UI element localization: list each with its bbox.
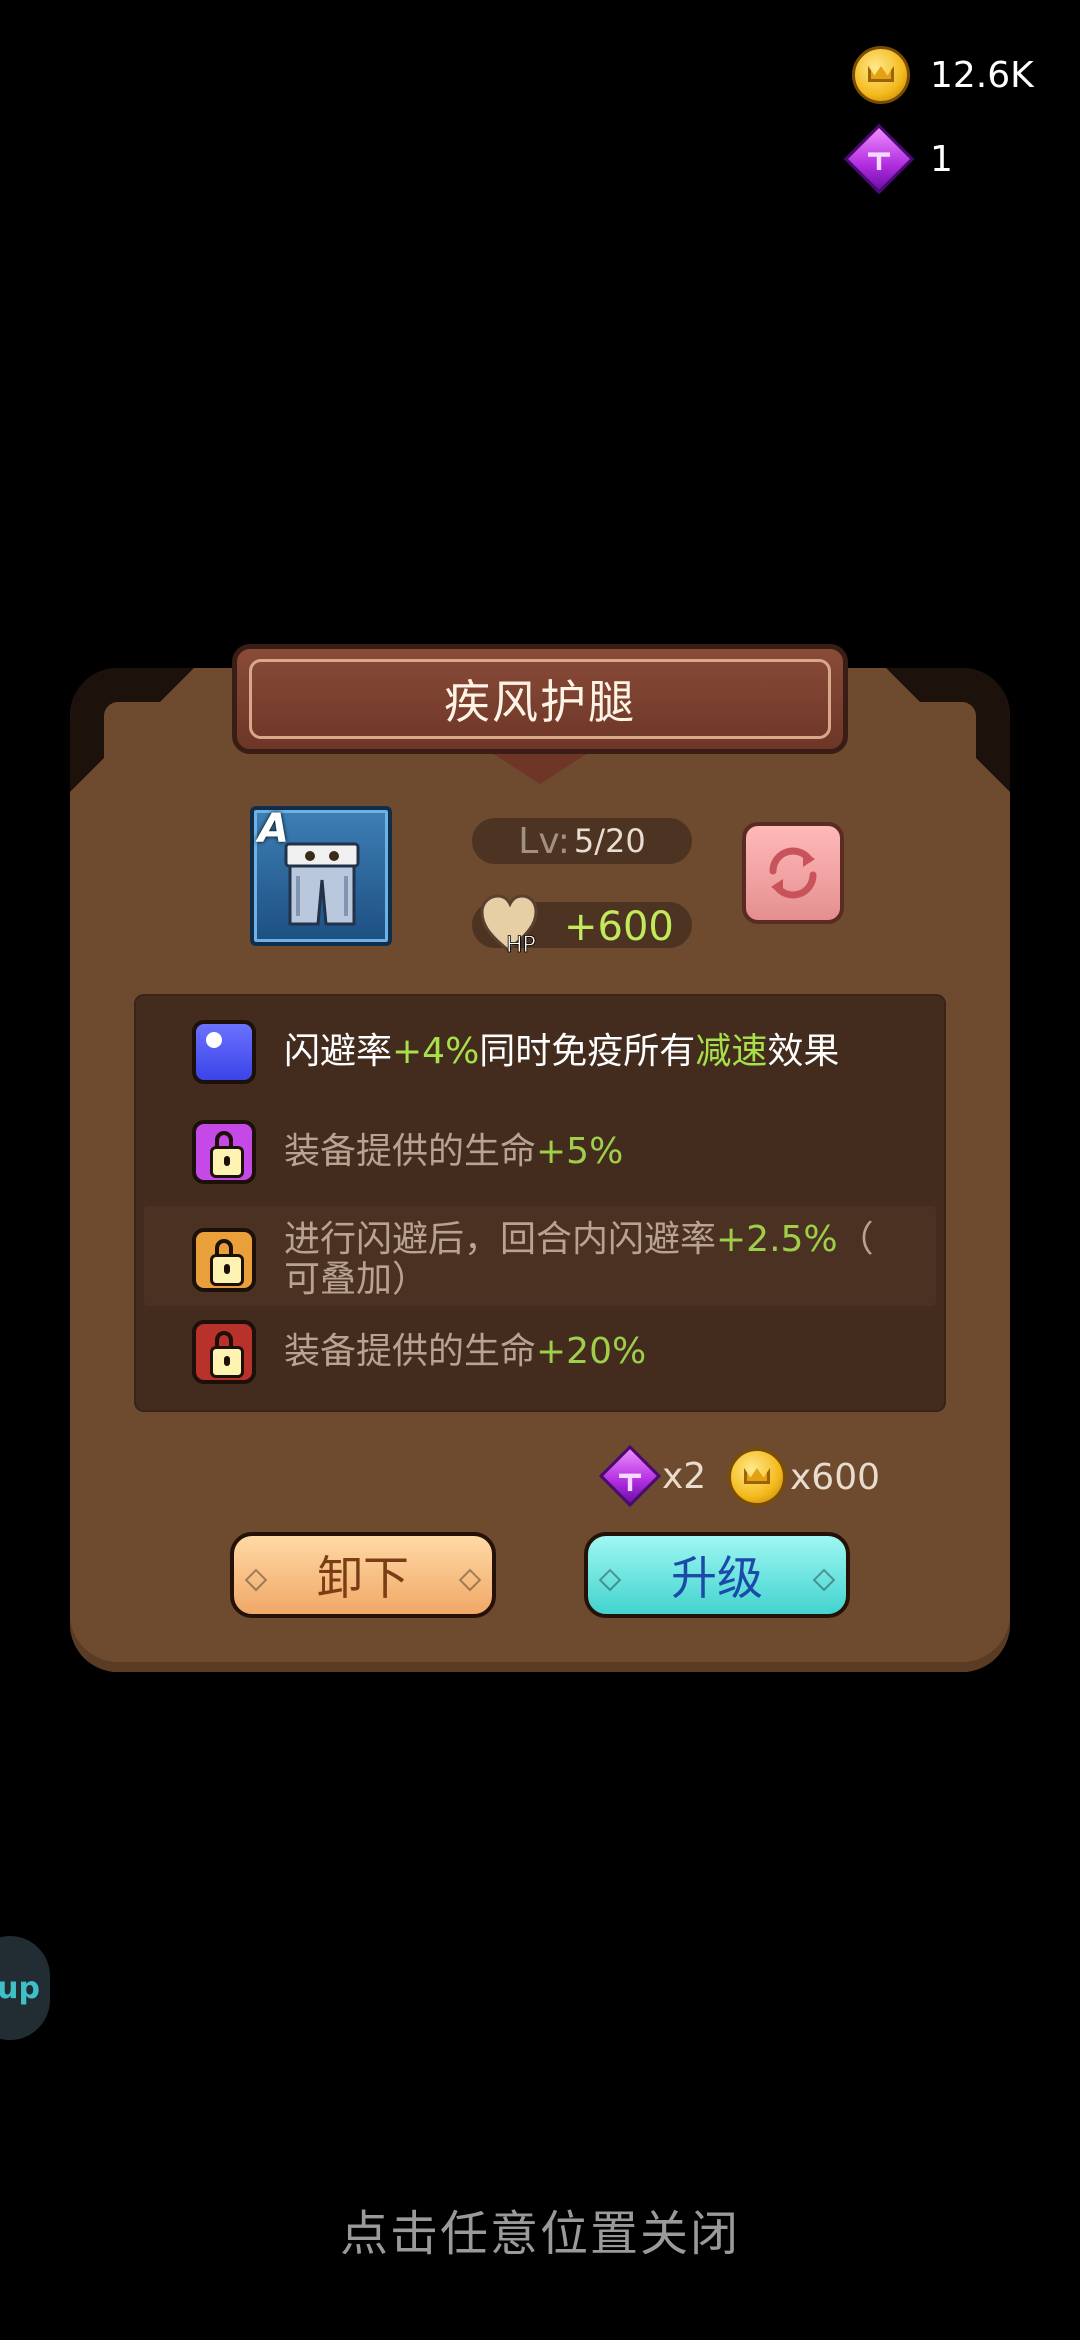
upgrade-button[interactable]: 升级	[584, 1532, 850, 1618]
floating-side-button[interactable]: up	[0, 1936, 50, 2040]
gem-icon	[843, 123, 915, 195]
hp-value: +600	[564, 904, 674, 950]
coin-cost-value: x600	[790, 1456, 881, 1498]
refresh-icon	[769, 847, 817, 899]
effect-row: 进行闪避后，回合内闪避率+2.5%（ 可叠加）	[192, 1220, 924, 1300]
hp-label: HP	[506, 933, 536, 956]
side-bubble-label: up	[0, 1970, 40, 2006]
effect-text: 闪避率+4%同时免疫所有减速效果	[284, 1031, 840, 1072]
item-name: 疾风护腿	[444, 675, 636, 729]
coin-balance-value: 12.6K	[930, 54, 1034, 96]
coin-icon	[728, 1448, 786, 1506]
gem-icon	[598, 1444, 662, 1508]
heart-icon: HP	[480, 894, 538, 956]
level-display: Lv: 5/20	[472, 818, 692, 864]
unequip-label: 卸下	[317, 1551, 409, 1605]
orange-lock-icon	[192, 1228, 256, 1292]
effect-row: 闪避率+4%同时免疫所有减速效果	[192, 1020, 839, 1084]
blue-dot-icon	[192, 1020, 256, 1084]
panel-corner-right	[886, 668, 1010, 792]
red-lock-icon	[192, 1320, 256, 1384]
gem-balance: 1	[843, 123, 1040, 195]
coin-balance: 12.6K	[852, 46, 1040, 104]
effect-text: 进行闪避后，回合内闪避率+2.5%（ 可叠加）	[284, 1219, 874, 1300]
gem-balance-value: 1	[930, 138, 953, 180]
purple-lock-icon	[192, 1120, 256, 1184]
effect-row: 装备提供的生命+20%	[192, 1320, 646, 1384]
leg-armor-icon	[284, 842, 360, 926]
title-banner: 疾风护腿	[232, 644, 848, 754]
effect-text: 装备提供的生命+20%	[284, 1331, 647, 1372]
effect-row: 装备提供的生命+5%	[192, 1120, 623, 1184]
coin-icon	[852, 46, 910, 104]
swap-button[interactable]	[742, 822, 844, 924]
unequip-button[interactable]: 卸下	[230, 1532, 496, 1618]
effect-text: 装备提供的生命+5%	[284, 1131, 624, 1172]
gem-cost-value: x2	[662, 1455, 707, 1497]
level-label: Lv:	[518, 820, 570, 862]
item-grade: A	[258, 806, 289, 852]
upgrade-coin-cost: x600	[728, 1448, 880, 1506]
level-value: 5/20	[573, 822, 646, 860]
item-icon[interactable]: A	[250, 806, 392, 946]
effects-list: 闪避率+4%同时免疫所有减速效果 装备提供的生命+5% 进行闪避后，回合内闪避率…	[134, 994, 946, 1412]
close-hint[interactable]: 点击任意位置关闭	[0, 2194, 1080, 2264]
upgrade-label: 升级	[671, 1551, 763, 1605]
hp-stat: HP +600	[472, 894, 692, 956]
upgrade-gem-cost: x2	[598, 1444, 707, 1508]
panel-corner-left	[70, 668, 194, 792]
